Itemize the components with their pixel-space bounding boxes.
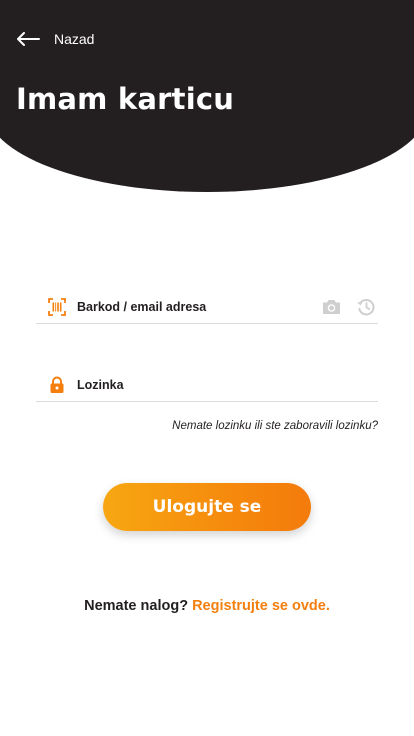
password-label: Lozinka: [77, 377, 124, 392]
register-link[interactable]: Registrujte se ovde.: [192, 598, 330, 614]
arrow-left-icon: [16, 32, 40, 46]
password-field[interactable]: Lozinka: [36, 368, 378, 402]
no-account-question: Nemate nalog?: [84, 598, 193, 614]
forgot-password-link[interactable]: Nemate lozinku ili ste zaboravili lozink…: [172, 420, 378, 432]
camera-icon[interactable]: [321, 298, 342, 316]
barcode-email-field[interactable]: Barkod / email adresa: [36, 290, 378, 324]
barcode-scan-icon: [45, 295, 69, 319]
back-button[interactable]: Nazad: [16, 28, 94, 50]
page-title: Imam karticu: [16, 82, 235, 116]
history-icon[interactable]: [356, 297, 376, 317]
barcode-email-label: Barkod / email adresa: [77, 299, 207, 314]
login-button[interactable]: Ulogujte se: [103, 483, 311, 531]
back-label: Nazad: [54, 31, 95, 47]
lock-icon: [45, 373, 69, 397]
register-prompt: Nemate nalog? Registrujte se ovde.: [0, 598, 414, 614]
